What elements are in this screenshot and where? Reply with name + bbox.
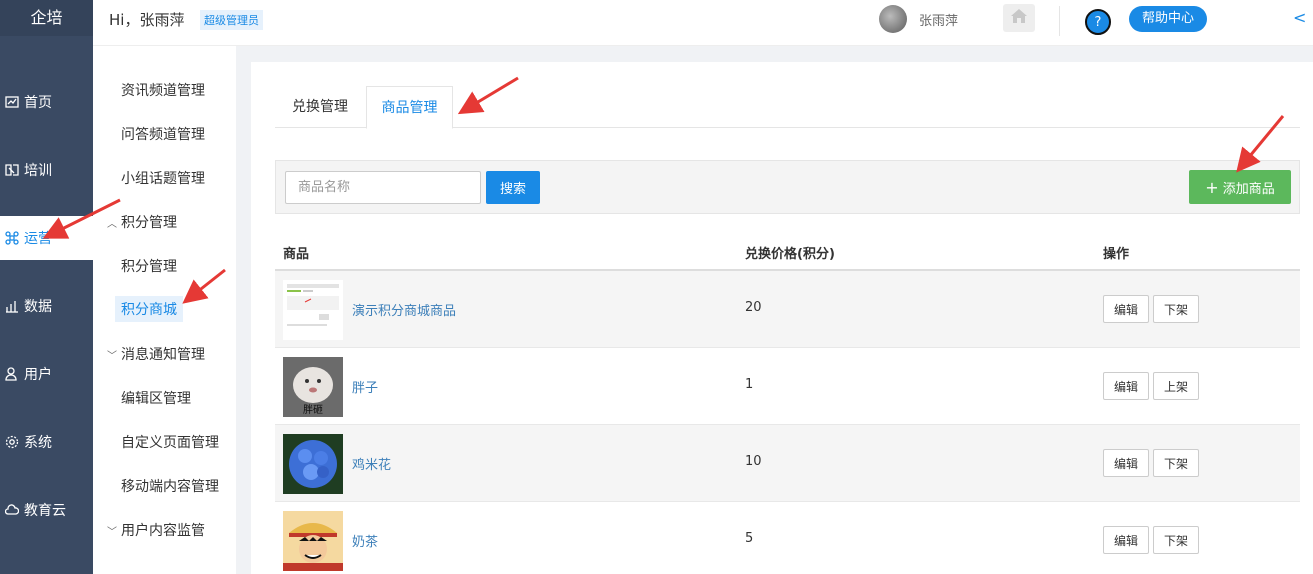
username[interactable]: 张雨萍 <box>919 10 958 29</box>
divider <box>1059 6 1060 36</box>
table-row: 鸡米花 10 编辑 下架 <box>275 425 1300 502</box>
user-icon <box>4 366 20 382</box>
product-name[interactable]: 鸡米花 <box>352 454 391 473</box>
nav-item-system[interactable]: 系统 <box>0 420 93 464</box>
nav-label: 首页 <box>24 95 52 111</box>
product-name[interactable]: 胖子 <box>352 377 378 396</box>
table-row: 奶茶 5 编辑 下架 <box>275 502 1300 574</box>
cloud-icon <box>4 502 20 518</box>
top-bar: Hi，张雨萍 超级管理员 张雨萍 ? 帮助中心 < <box>93 0 1313 46</box>
product-price: 5 <box>745 531 754 546</box>
chevron-up-icon: ︿ <box>107 218 117 230</box>
greeting: Hi，张雨萍 <box>109 11 185 29</box>
main-panel: 兑换管理 商品管理 搜索 + 添加商品 商品 兑换价格(积分) 操作 <box>251 62 1313 574</box>
submenu-group-notify[interactable]: ﹀ 消息通知管理 <box>107 344 205 364</box>
search-bar: 搜索 + 添加商品 <box>275 160 1300 214</box>
plus-icon: + <box>1205 177 1219 197</box>
tab-products[interactable]: 商品管理 <box>366 86 453 129</box>
nav-label: 培训 <box>24 163 52 179</box>
book-icon <box>4 162 20 178</box>
submenu-custom-page[interactable]: 自定义页面管理 <box>121 432 219 452</box>
sub-menu: 资讯频道管理 问答频道管理 小组话题管理 ︿ 积分管理 积分管理 积分商城 ﹀ … <box>93 46 236 574</box>
group-label: 用户内容监管 <box>121 523 205 539</box>
thumbnail-caption: 胖砸 <box>303 405 323 416</box>
role-badge: 超级管理员 <box>200 10 263 30</box>
bar-chart-icon <box>4 298 20 314</box>
col-product: 商品 <box>283 247 310 262</box>
chart-icon <box>4 94 20 110</box>
submenu-points-manage[interactable]: 积分管理 <box>121 256 177 276</box>
chevron-down-icon: ﹀ <box>107 350 117 362</box>
product-thumbnail <box>283 511 343 571</box>
submenu-group-content[interactable]: ﹀ 用户内容监管 <box>107 520 205 540</box>
submenu-points-mall[interactable]: 积分商城 <box>115 296 183 322</box>
table-header: 商品 兑换价格(积分) 操作 <box>275 234 1300 271</box>
submenu-edit-area[interactable]: 编辑区管理 <box>121 388 191 408</box>
avatar[interactable] <box>879 5 907 33</box>
submenu-mobile-content[interactable]: 移动端内容管理 <box>121 476 219 496</box>
nav-item-data[interactable]: 数据 <box>0 284 93 328</box>
edit-button[interactable]: 编辑 <box>1103 449 1149 477</box>
product-name[interactable]: 奶茶 <box>352 531 378 550</box>
product-name-input[interactable] <box>285 171 481 204</box>
table-row: 胖砸 胖子 1 编辑 上架 <box>275 348 1300 425</box>
tab-bar: 兑换管理 商品管理 <box>275 86 1300 129</box>
submenu-qa-channel[interactable]: 问答频道管理 <box>121 124 205 144</box>
edit-button[interactable]: 编辑 <box>1103 372 1149 400</box>
group-label: 积分管理 <box>121 215 177 231</box>
home-button[interactable] <box>1003 4 1035 32</box>
chevron-down-icon: ﹀ <box>107 526 117 538</box>
product-thumbnail: 胖砸 <box>283 357 343 417</box>
nav-item-operations[interactable]: 运营 <box>0 216 93 260</box>
product-price: 10 <box>745 454 762 469</box>
gear-icon <box>4 434 20 450</box>
col-price: 兑换价格(积分) <box>745 247 835 262</box>
product-price: 1 <box>745 377 754 392</box>
submenu-news-channel[interactable]: 资讯频道管理 <box>121 80 205 100</box>
nav-item-home[interactable]: 首页 <box>0 80 93 124</box>
collapse-icon[interactable]: < <box>1293 8 1306 27</box>
edit-button[interactable]: 编辑 <box>1103 295 1149 323</box>
nav-item-training[interactable]: 培训 <box>0 148 93 192</box>
nav-label: 运营 <box>24 231 52 247</box>
command-icon <box>4 230 20 246</box>
home-icon <box>1010 8 1028 28</box>
nav-label: 系统 <box>24 435 52 451</box>
product-price: 20 <box>745 300 762 315</box>
nav-label: 用户 <box>24 367 52 383</box>
left-nav: 企培 首页 培训 运营 数据 用户 系统 教育云 <box>0 0 93 574</box>
help-icon[interactable]: ? <box>1085 9 1111 35</box>
help-center-button[interactable]: 帮助中心 <box>1129 6 1207 32</box>
table-row: 演示积分商城商品 20 编辑 下架 <box>275 271 1300 348</box>
unlist-button[interactable]: 下架 <box>1153 449 1199 477</box>
unlist-button[interactable]: 下架 <box>1153 526 1199 554</box>
nav-label: 数据 <box>24 299 52 315</box>
add-product-label: 添加商品 <box>1222 181 1275 197</box>
add-product-button[interactable]: + 添加商品 <box>1189 170 1291 204</box>
nav-label: 教育云 <box>24 503 66 519</box>
submenu-group-points[interactable]: ︿ 积分管理 <box>107 212 177 232</box>
unlist-button[interactable]: 下架 <box>1153 295 1199 323</box>
tab-exchange[interactable]: 兑换管理 <box>275 86 365 128</box>
brand-logo: 企培 <box>0 0 93 36</box>
group-label: 消息通知管理 <box>121 347 205 363</box>
submenu-group-topics[interactable]: 小组话题管理 <box>121 168 205 188</box>
edit-button[interactable]: 编辑 <box>1103 526 1149 554</box>
nav-item-edu-cloud[interactable]: 教育云 <box>0 488 93 532</box>
product-thumbnail <box>283 434 343 494</box>
product-name[interactable]: 演示积分商城商品 <box>352 300 456 319</box>
list-button[interactable]: 上架 <box>1153 372 1199 400</box>
search-button[interactable]: 搜索 <box>486 171 540 204</box>
product-thumbnail <box>283 280 343 340</box>
col-actions: 操作 <box>1103 247 1130 262</box>
nav-item-users[interactable]: 用户 <box>0 352 93 396</box>
